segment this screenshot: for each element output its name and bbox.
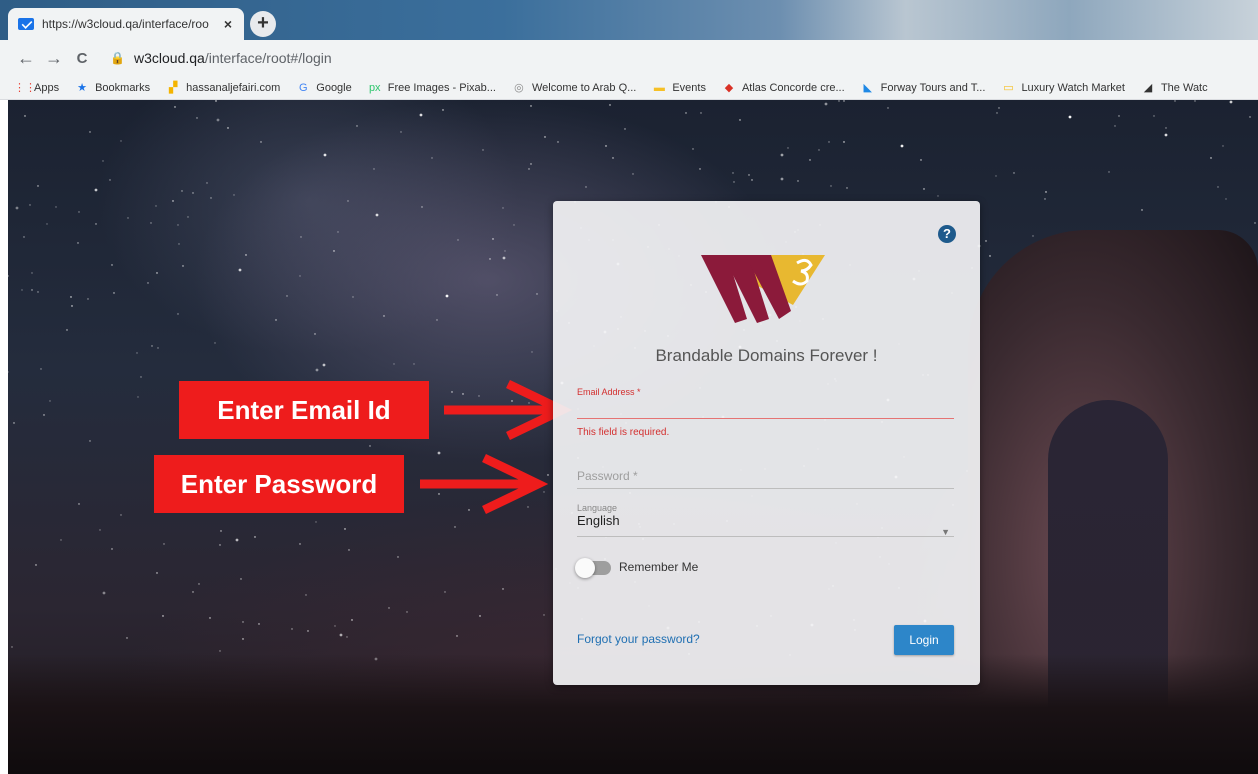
password-input[interactable]: Password *	[577, 467, 954, 489]
bookmark-item[interactable]: ◎ Welcome to Arab Q...	[512, 81, 636, 95]
forward-icon[interactable]: →	[40, 48, 68, 69]
bookmark-label: The Watc	[1160, 81, 1208, 94]
tab-close-icon[interactable]: ×	[220, 16, 236, 32]
remember-me-label: Remember Me	[619, 560, 699, 574]
pixabay-icon: px	[368, 81, 381, 94]
bookmark-item[interactable]: G Google	[296, 81, 352, 95]
tab-title: https://w3cloud.qa/interface/roo	[42, 17, 209, 31]
dropdown-caret-icon: ▼	[941, 527, 950, 537]
password-callout: Enter Password	[154, 455, 404, 513]
language-label: Language	[577, 503, 618, 513]
watch-icon: ▭	[1003, 81, 1014, 94]
apps-grid-icon: ⋮⋮	[14, 81, 36, 94]
remember-me-toggle[interactable]	[575, 558, 611, 578]
watch-chart-icon: ◢	[1143, 81, 1153, 94]
chart-favicon-icon: ▞	[168, 81, 178, 94]
address-bar-row: ← → C 🔒 w3cloud.qa/interface/root#/login	[0, 40, 1258, 76]
bookmark-label: Bookmarks	[95, 81, 151, 94]
bookmark-label: Google	[316, 81, 352, 94]
bookmark-item[interactable]: ▭ Luxury Watch Market	[1001, 81, 1125, 95]
bookmark-item[interactable]: ◣ Forway Tours and T...	[861, 81, 986, 95]
bookmark-label: Free Images - Pixab...	[387, 81, 496, 94]
bookmark-label: Welcome to Arab Q...	[531, 81, 637, 94]
password-placeholder: Password *	[577, 469, 638, 483]
bookmarks-bar: ⋮⋮ Apps ★ Bookmarks ▞ hassanaljefairi.com G Goo…	[0, 76, 1258, 100]
bookmark-label: Luxury Watch Market	[1021, 81, 1125, 94]
bookmark-item[interactable]: ★ Bookmarks	[75, 81, 150, 95]
login-button[interactable]: Login	[894, 625, 954, 655]
back-icon[interactable]: ←	[12, 48, 40, 69]
bookmark-item[interactable]: ◢ The Watc	[1141, 81, 1208, 95]
new-tab-button[interactable]: +	[250, 11, 276, 37]
diamond-icon: ◆	[724, 81, 734, 94]
browser-tab[interactable]: https://w3cloud.qa/interface/roo ×	[8, 8, 244, 40]
url-host: w3cloud.qa	[134, 50, 205, 66]
bookmark-item[interactable]: ▬ Events	[652, 81, 706, 95]
language-value: English	[577, 513, 620, 528]
help-icon[interactable]: ?	[938, 225, 956, 243]
email-label: Email Address *	[577, 387, 641, 397]
tagline: Brandable Domains Forever !	[655, 346, 878, 365]
toggle-knob	[575, 558, 595, 578]
globe-icon: ◎	[514, 81, 524, 94]
url-bar[interactable]: 🔒 w3cloud.qa/interface/root#/login	[110, 44, 1210, 72]
login-card: ? Brandable Domains Forever ! Email Addr…	[553, 201, 980, 685]
mail-favicon-icon	[18, 18, 34, 30]
bookmark-item[interactable]: ⋮⋮ Apps	[14, 81, 59, 95]
bookmark-label: Apps	[34, 81, 60, 94]
lock-icon: 🔒	[110, 51, 125, 65]
email-field[interactable]: Email Address * This field is required.	[577, 387, 954, 438]
bookmark-label: Events	[672, 81, 706, 94]
reload-icon[interactable]: C	[68, 50, 96, 67]
google-icon: G	[298, 81, 308, 94]
language-select[interactable]: Language English ▼	[577, 503, 954, 537]
star-icon: ★	[77, 81, 88, 94]
email-input[interactable]	[577, 397, 954, 419]
email-error-message: This field is required.	[577, 427, 670, 438]
email-callout: Enter Email Id	[179, 381, 429, 439]
bookmark-label: Atlas Concorde cre...	[741, 81, 845, 94]
folder-icon: ▬	[653, 81, 665, 94]
url-path: /interface/root#/login	[204, 50, 332, 66]
plane-icon: ◣	[863, 81, 872, 94]
bookmark-item[interactable]: px Free Images - Pixab...	[368, 81, 496, 95]
password-arrow-icon	[420, 453, 548, 515]
bookmark-item[interactable]: ▞ hassanaljefairi.com	[166, 81, 280, 95]
w3-logo	[701, 255, 825, 323]
forgot-password-link[interactable]: Forgot your password?	[577, 632, 700, 646]
browser-tabstrip: https://w3cloud.qa/interface/roo × +	[0, 0, 1258, 40]
bookmark-label: Forway Tours and T...	[880, 81, 986, 94]
bookmark-label: hassanaljefairi.com	[186, 81, 281, 94]
bookmark-item[interactable]: ◆ Atlas Concorde cre...	[722, 81, 845, 95]
